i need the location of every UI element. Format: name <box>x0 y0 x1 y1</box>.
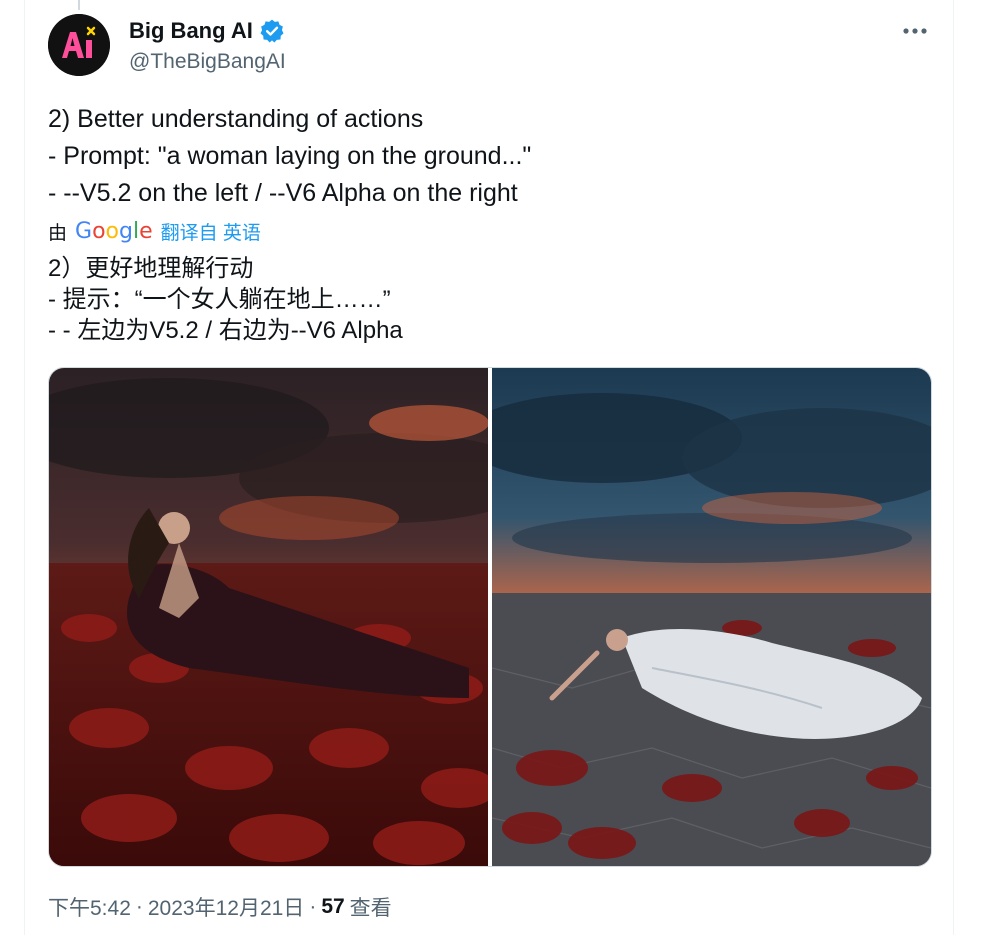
author-name-row: Big Bang AI <box>129 16 285 46</box>
thread-connector-line <box>78 0 80 10</box>
more-options-button[interactable] <box>898 18 932 44</box>
author-handle[interactable]: @TheBigBangAI <box>129 50 286 74</box>
translated-from-link[interactable]: 翻译自 英语 <box>161 218 261 245</box>
tweet-line: 2) Better understanding of actions <box>48 105 424 133</box>
tweet-metadata: 下午5:42 · 2023年12月21日 · 57 查看 <box>48 892 392 922</box>
translated-line: 2）更好地理解行动 <box>48 255 254 282</box>
meta-separator: · <box>309 895 317 918</box>
frame-divider-left <box>24 0 25 935</box>
tweet-date[interactable]: 2023年12月21日 <box>148 892 304 922</box>
media-image-left[interactable] <box>49 368 488 866</box>
more-dots-icon <box>903 28 927 34</box>
media-grid <box>48 367 932 867</box>
tweet-text: 2) Better understanding of actions - Pro… <box>48 101 928 212</box>
verified-badge-icon[interactable] <box>259 18 285 44</box>
author-display-name[interactable]: Big Bang AI <box>129 18 253 44</box>
tweet-line: - Prompt: "a woman laying on the ground.… <box>48 142 532 170</box>
photo-right-icon <box>492 368 931 866</box>
avatar[interactable] <box>48 14 110 76</box>
views-label: 查看 <box>349 897 392 920</box>
avatar-logo-icon <box>48 14 110 76</box>
tweet-time[interactable]: 下午5:42 <box>48 892 131 922</box>
views-count[interactable]: 57 <box>321 895 344 919</box>
tweet-line: - --V5.2 on the left / --V6 Alpha on the… <box>48 179 518 207</box>
translation-attribution: 由 Google 翻译自 英语 <box>48 215 261 247</box>
meta-separator: · <box>135 895 143 918</box>
frame-divider-right <box>953 0 954 935</box>
photo-left-icon <box>49 368 488 866</box>
media-image-right[interactable] <box>492 368 931 866</box>
google-logo: Google <box>75 218 153 244</box>
translated-line: - 提示：“一个女人躺在地上……” <box>48 286 391 313</box>
translated-text: 2）更好地理解行动 - 提示：“一个女人躺在地上……” - - 左边为V5.2 … <box>48 253 928 346</box>
translated-line: - - 左边为V5.2 / 右边为--V6 Alpha <box>48 317 403 344</box>
translation-by-label: 由 <box>48 222 68 244</box>
